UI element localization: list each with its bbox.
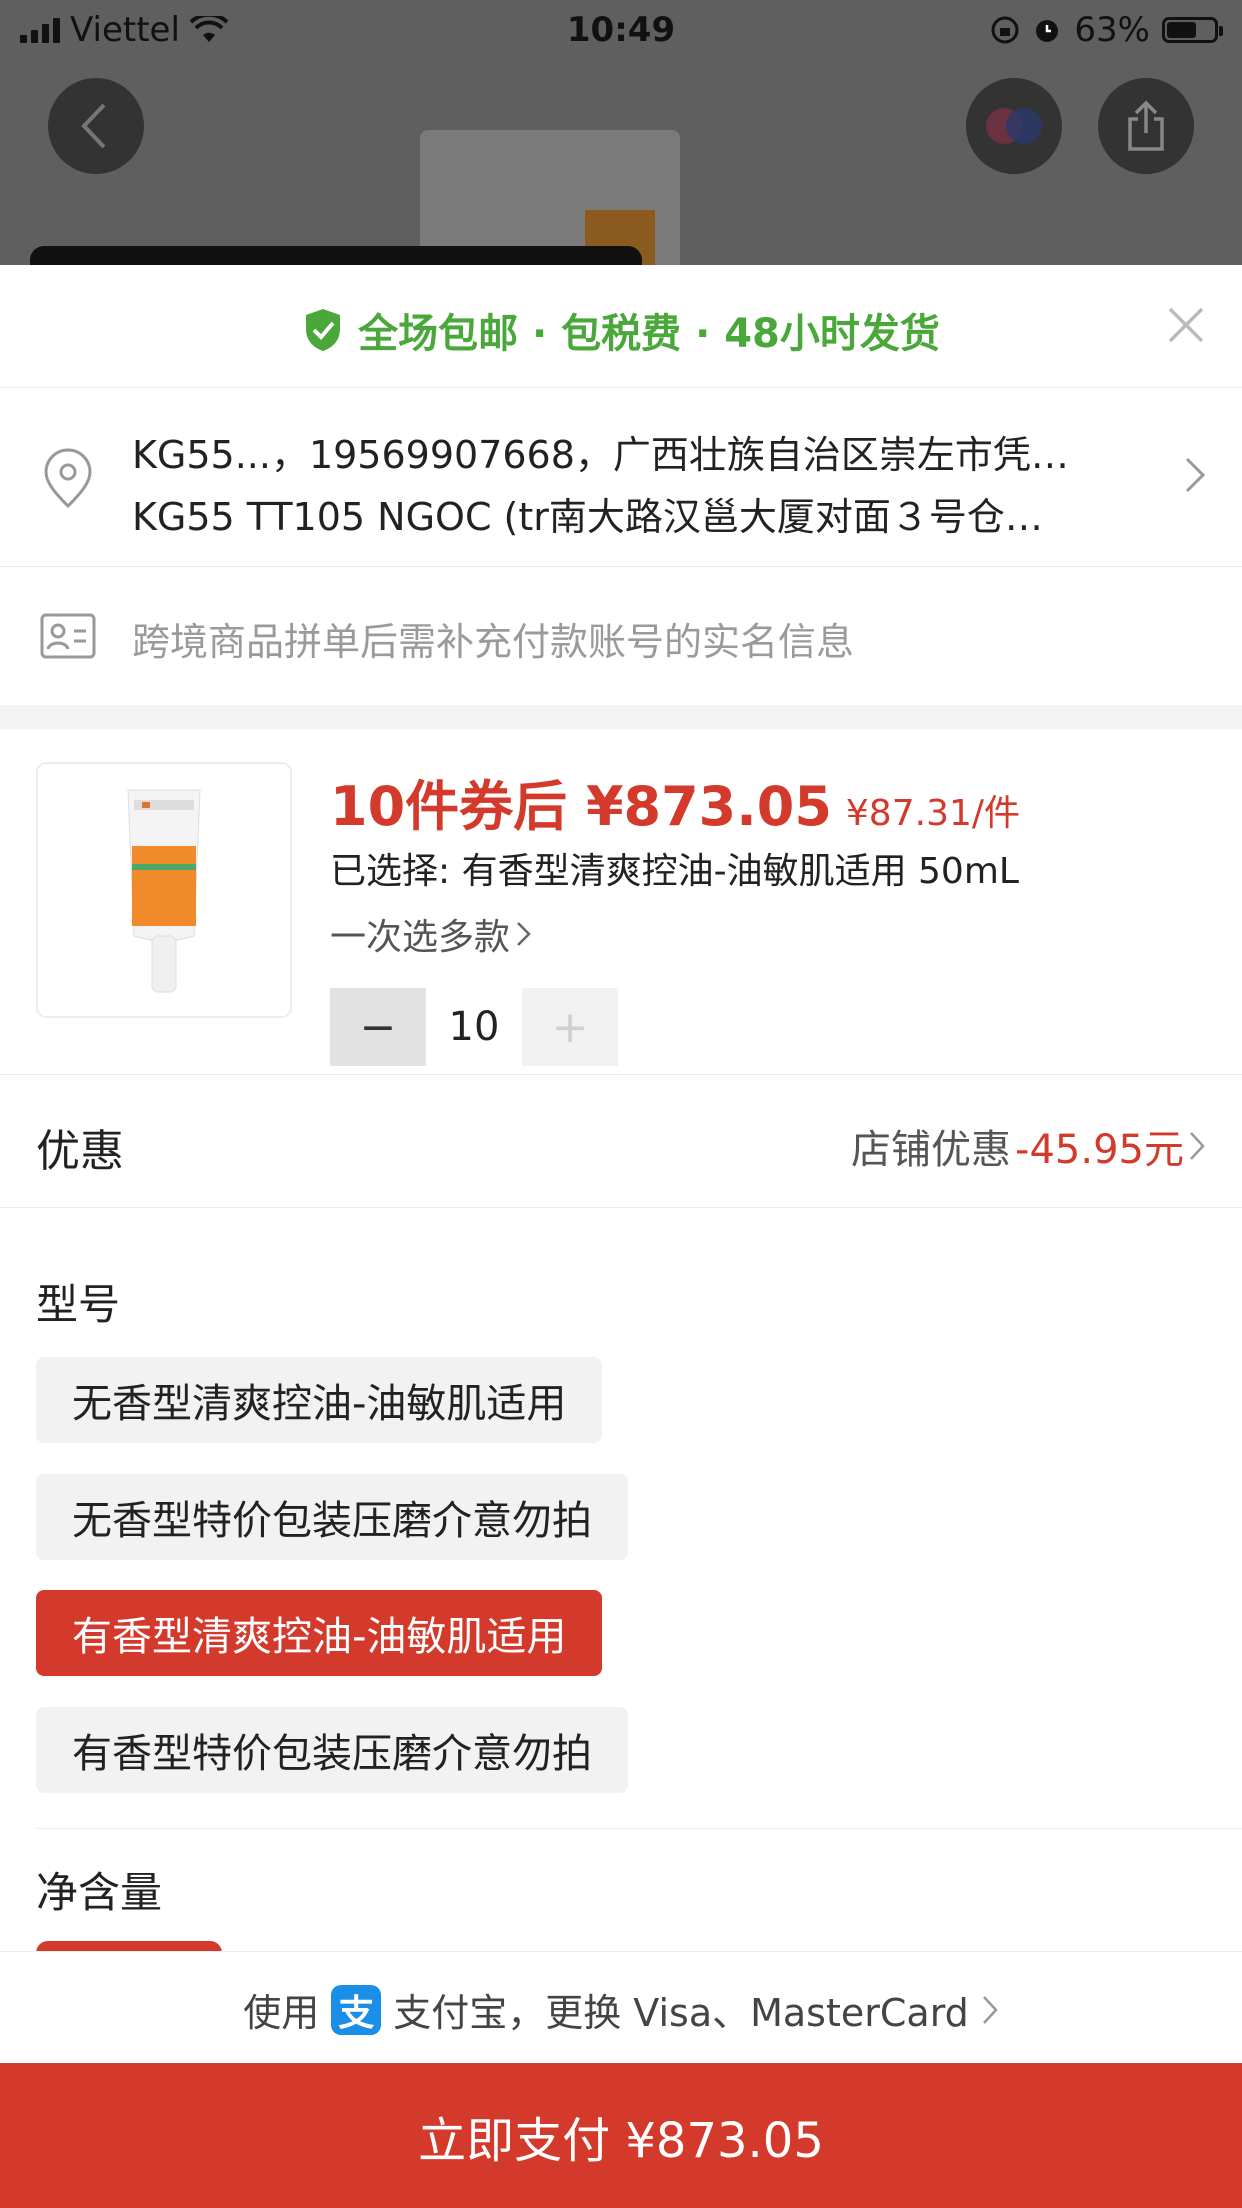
coupon-row[interactable]: 优惠 店铺优惠 -45.95元 bbox=[0, 1075, 1242, 1208]
product-thumbnail[interactable] bbox=[36, 762, 292, 1018]
order-sheet: 全场包邮 · 包税费 · 48小时发货 KG55...，19569907668，… bbox=[0, 265, 1242, 2208]
multi-select-label: 一次选多款 bbox=[330, 917, 511, 958]
price-after-coupon: 10件券后 ¥873.05 bbox=[330, 775, 832, 838]
section-divider bbox=[0, 705, 1242, 729]
product-summary: 10件券后 ¥873.05 ¥87.31/件 已选择: 有香型清爽控油-油敏肌适… bbox=[0, 730, 1242, 1075]
shipping-banner: 全场包邮 · 包税费 · 48小时发货 bbox=[0, 265, 1242, 388]
payment-prefix: 使用 bbox=[243, 1991, 320, 2035]
alarm-icon bbox=[1036, 20, 1059, 42]
chat-logo-icon bbox=[986, 108, 1042, 144]
divider bbox=[36, 1828, 1242, 1829]
store-coupon-label: 店铺优惠 bbox=[851, 1127, 1012, 1173]
chevron-right-icon bbox=[1185, 457, 1206, 493]
rotation-lock-icon bbox=[991, 16, 1019, 44]
spec-option-selected[interactable]: 有香型清爽控油-油敏肌适用 bbox=[36, 1590, 603, 1676]
coupon-label: 优惠 bbox=[36, 1126, 124, 1177]
volume-title: 净含量 bbox=[36, 1868, 163, 1917]
share-icon bbox=[1128, 100, 1164, 151]
chevron-right-icon bbox=[517, 922, 531, 946]
address-line-1: KG55...，19569907668，广西壮族自治区崇左市凭… bbox=[132, 433, 1069, 477]
shipping-message: 全场包邮 · 包税费 · 48小时发货 bbox=[358, 311, 940, 357]
location-pin-icon bbox=[44, 448, 92, 509]
pay-now-label: 立即支付 ¥873.05 bbox=[418, 2112, 824, 2169]
quantity-stepper: − 10 + bbox=[330, 988, 618, 1066]
battery-percent: 63% bbox=[1074, 10, 1150, 50]
payment-method-row[interactable]: 使用 支 支付宝，更换 Visa、MasterCard bbox=[0, 1951, 1242, 2064]
pay-now-button[interactable]: 立即支付 ¥873.05 bbox=[0, 2063, 1242, 2208]
multi-select-link[interactable]: 一次选多款 bbox=[330, 908, 532, 960]
increase-button[interactable]: + bbox=[522, 988, 618, 1066]
service-button[interactable] bbox=[966, 78, 1062, 174]
id-card-icon bbox=[40, 613, 96, 659]
status-bar: Viettel 10:49 63% bbox=[0, 0, 1242, 62]
chevron-left-icon bbox=[81, 103, 106, 149]
alipay-icon: 支 bbox=[331, 1984, 382, 2035]
back-button[interactable] bbox=[48, 78, 144, 174]
decrease-button[interactable]: − bbox=[330, 988, 426, 1066]
quantity-value[interactable]: 10 bbox=[426, 1004, 522, 1050]
spec-option[interactable]: 无香型特价包装压磨介意勿拍 bbox=[36, 1474, 628, 1560]
spec-title: 型号 bbox=[36, 1280, 121, 1329]
realname-notice: 跨境商品拼单后需补充付款账号的实名信息 bbox=[132, 620, 855, 664]
realname-row[interactable]: 跨境商品拼单后需补充付款账号的实名信息 bbox=[0, 567, 1242, 697]
address-line-2: KG55 TT105 NGOC (tr南大路汉邕大厦对面３号仓… bbox=[132, 495, 1043, 539]
shield-check-icon bbox=[306, 309, 341, 351]
coupon-amount: -45.95元 bbox=[1015, 1127, 1184, 1173]
payment-method-label: 支付宝，更换 Visa、MasterCard bbox=[393, 1991, 969, 2035]
unit-price: ¥87.31/件 bbox=[845, 793, 1021, 834]
spec-option[interactable]: 有香型特价包装压磨介意勿拍 bbox=[36, 1707, 628, 1793]
battery-icon bbox=[1162, 17, 1223, 43]
share-button[interactable] bbox=[1098, 78, 1194, 174]
sunscreen-tube-image bbox=[127, 789, 201, 993]
selected-variant: 已选择: 有香型清爽控油-油敏肌适用 50mL bbox=[330, 851, 1019, 892]
close-icon[interactable] bbox=[1164, 303, 1208, 347]
chevron-right-icon bbox=[982, 1995, 998, 2024]
chevron-right-icon bbox=[1190, 1132, 1205, 1160]
spec-option[interactable]: 无香型清爽控油-油敏肌适用 bbox=[36, 1357, 603, 1443]
address-row[interactable]: KG55...，19569907668，广西壮族自治区崇左市凭… KG55 TT… bbox=[0, 388, 1242, 567]
